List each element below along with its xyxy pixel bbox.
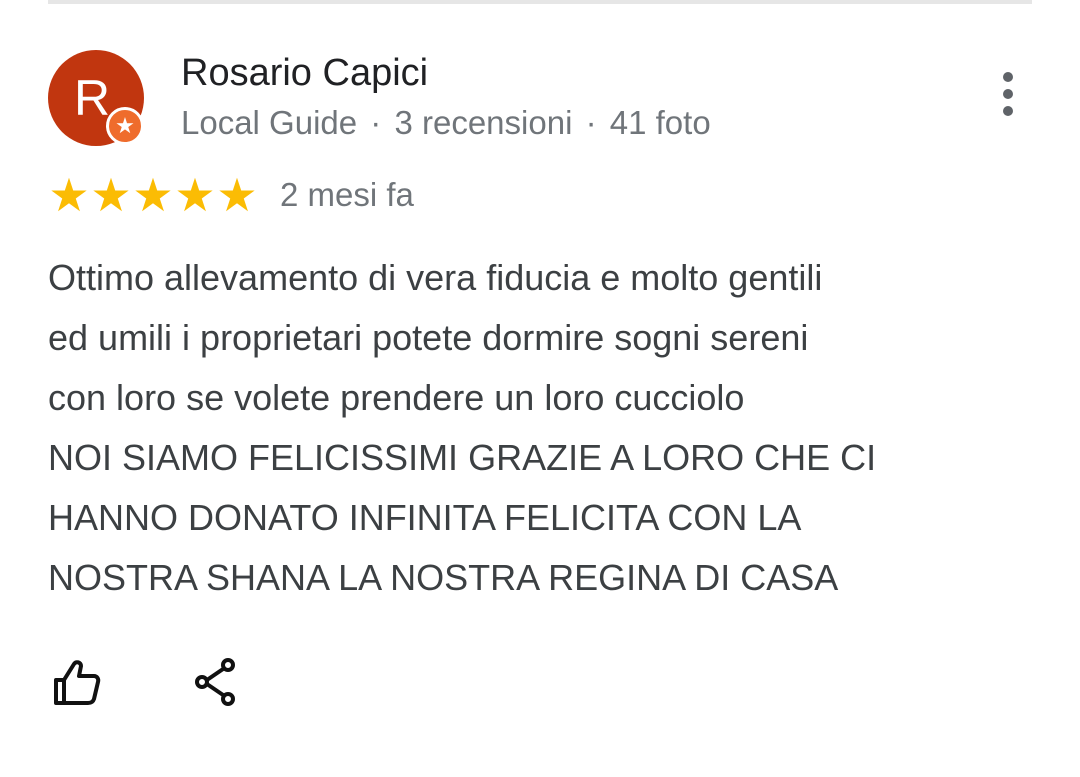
- star-icon: ★: [90, 169, 132, 221]
- more-vert-icon-dot: [1003, 89, 1013, 99]
- more-vert-icon-dot: [1003, 106, 1013, 116]
- rating-row: ★ ★ ★ ★ ★ 2 mesi fa: [48, 172, 414, 218]
- more-options-button[interactable]: [988, 66, 1028, 122]
- reviewer-meta: Local Guide · 3 recensioni · 41 foto: [181, 104, 711, 142]
- review-text: Ottimo allevamento di vera fiducia e mol…: [48, 248, 1008, 608]
- divider: [48, 0, 1032, 4]
- share-icon: [195, 658, 235, 706]
- review-date: 2 mesi fa: [280, 176, 414, 213]
- review-actions: [48, 652, 244, 712]
- more-vert-icon: [1003, 72, 1013, 82]
- reviewer-review-count: 3 recensioni: [394, 104, 573, 141]
- meta-separator: ·: [370, 104, 382, 141]
- thumb-up-icon: [54, 660, 101, 705]
- star-rating: ★ ★ ★ ★ ★: [48, 172, 258, 218]
- share-button[interactable]: [188, 654, 244, 710]
- star-icon: ★: [132, 169, 174, 221]
- review-card: R ★ Rosario Capici Local Guide · 3 recen…: [0, 0, 1080, 777]
- meta-separator: ·: [585, 104, 597, 141]
- review-text-line: Ottimo allevamento di vera fiducia e mol…: [48, 257, 823, 298]
- local-guide-star-icon: ★: [106, 107, 144, 145]
- like-button[interactable]: [48, 654, 104, 710]
- reviewer-name[interactable]: Rosario Capici: [181, 52, 428, 95]
- review-text-line: HANNO DONATO INFINITA FELICITA CON LA: [48, 497, 802, 538]
- review-text-line: ed umili i proprietari potete dormire so…: [48, 317, 809, 358]
- star-icon: ★: [174, 169, 216, 221]
- star-icon: ★: [48, 169, 90, 221]
- review-text-line: NOI SIAMO FELICISSIMI GRAZIE A LORO CHE …: [48, 437, 877, 478]
- review-text-line: con loro se volete prendere un loro cucc…: [48, 377, 745, 418]
- star-icon: ★: [216, 169, 258, 221]
- review-text-line: NOSTRA SHANA LA NOSTRA REGINA DI CASA: [48, 557, 839, 598]
- reviewer-photo-count: 41 foto: [609, 104, 711, 141]
- reviewer-level: Local Guide: [181, 104, 358, 141]
